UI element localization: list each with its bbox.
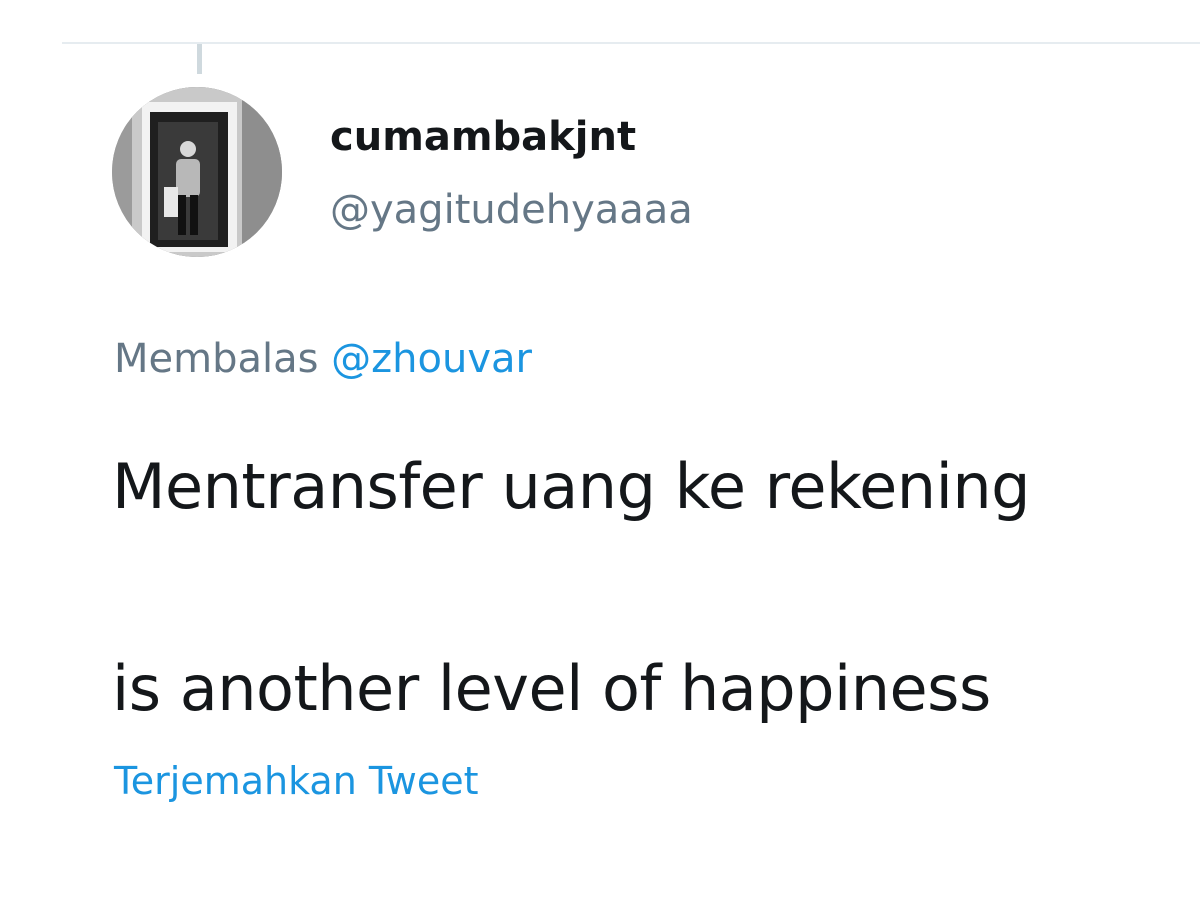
- translate-tweet-link[interactable]: Terjemahkan Tweet: [114, 759, 479, 803]
- user-handle[interactable]: @yagitudehyaaaa: [330, 187, 693, 233]
- thread-connector-line: [197, 44, 202, 74]
- tweet-text-line-1: Mentransfer uang ke rekening: [112, 450, 1030, 523]
- reply-prefix: Membalas: [114, 336, 319, 382]
- display-name[interactable]: cumambakjnt: [330, 114, 636, 160]
- reply-context: Membalas @zhouvar: [114, 336, 532, 382]
- timestamp-cropped-text: ▂▂▂▂▂▂ ▂▂ ▂▂▂▂▂ ▂▂▂▂▂▂▂▂▂▂: [112, 878, 821, 900]
- tweet-text-line-2: is another level of happiness: [112, 652, 991, 725]
- top-divider: [62, 42, 1200, 44]
- reply-mention-link[interactable]: @zhouvar: [331, 336, 532, 382]
- avatar[interactable]: [112, 87, 282, 257]
- avatar-photo-icon: [112, 87, 282, 257]
- tweet-screenshot: cumambakjnt @yagitudehyaaaa Membalas @zh…: [0, 0, 1200, 900]
- timestamp-partial: ▂▂▂▂▂▂ ▂▂ ▂▂▂▂▂ ▂▂▂▂▂▂▂▂▂▂: [112, 876, 1112, 900]
